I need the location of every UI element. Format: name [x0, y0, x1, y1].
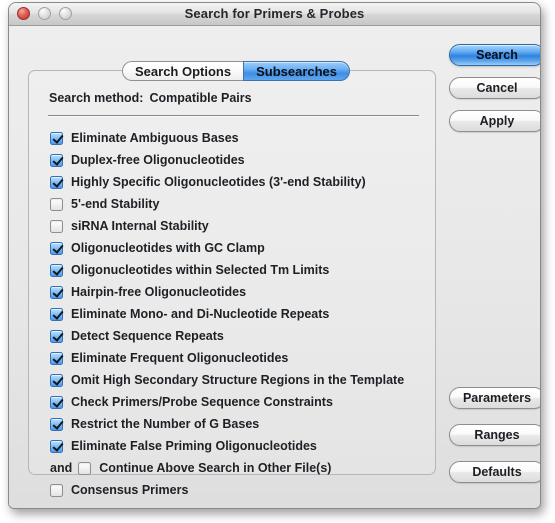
option-row[interactable]: Eliminate Ambiguous Bases — [29, 127, 435, 149]
panel-divider — [48, 115, 419, 116]
checkbox-checked-icon[interactable] — [50, 329, 63, 343]
window-title: Search for Primers & Probes — [184, 6, 365, 21]
tab-search-options[interactable]: Search Options — [122, 61, 244, 81]
checkbox-checked-icon[interactable] — [50, 153, 63, 167]
checkbox-unchecked-icon[interactable] — [50, 197, 63, 211]
tab-subsearches[interactable]: Subsearches — [243, 61, 351, 81]
checkbox-checked-icon[interactable] — [50, 417, 63, 431]
parameters-button[interactable]: Parameters — [449, 387, 540, 409]
dialog-body: Search Options Subsearches Search method… — [9, 26, 540, 508]
option-row[interactable]: Consensus Primers — [29, 479, 435, 501]
defaults-button[interactable]: Defaults — [449, 461, 540, 483]
checkbox-checked-icon[interactable] — [50, 285, 63, 299]
option-label: Eliminate Frequent Oligonucleotides — [71, 351, 289, 365]
option-label: Detect Sequence Repeats — [71, 329, 224, 343]
option-row[interactable]: Oligonucleotides with GC Clamp — [29, 237, 435, 259]
option-label: Highly Specific Oligonucleotides (3'-end… — [71, 175, 366, 189]
option-row[interactable]: Restrict the Number of G Bases — [29, 413, 435, 435]
option-label: Consensus Primers — [71, 483, 189, 497]
search-button[interactable]: Search — [449, 44, 540, 66]
option-label: Check Primers/Probe Sequence Constraints — [71, 395, 333, 409]
option-label: Eliminate Ambiguous Bases — [71, 131, 239, 145]
ranges-button[interactable]: Ranges — [449, 424, 540, 446]
checkbox-unchecked-icon[interactable] — [78, 461, 92, 475]
cancel-button[interactable]: Cancel — [449, 77, 540, 99]
search-method-row: Search method: Compatible Pairs — [49, 91, 252, 105]
checkbox-checked-icon[interactable] — [50, 175, 63, 189]
option-row[interactable]: Detect Sequence Repeats — [29, 325, 435, 347]
option-label: Omit High Secondary Structure Regions in… — [71, 373, 405, 387]
option-row[interactable]: Check Primers/Probe Sequence Constraints — [29, 391, 435, 413]
option-label: Restrict the Number of G Bases — [71, 417, 260, 431]
checkbox-checked-icon[interactable] — [50, 131, 63, 145]
checkbox-checked-icon[interactable] — [50, 373, 63, 387]
option-row[interactable]: siRNA Internal Stability — [29, 215, 435, 237]
checkbox-unchecked-icon[interactable] — [50, 219, 63, 233]
checkbox-checked-icon[interactable] — [50, 439, 63, 453]
checkbox-checked-icon[interactable] — [50, 241, 63, 255]
option-label: Eliminate Mono- and Di-Nucleotide Repeat… — [71, 307, 330, 321]
option-label: Continue Above Search in Other File(s) — [99, 461, 332, 475]
checkbox-checked-icon[interactable] — [50, 395, 63, 409]
search-method-value: Compatible Pairs — [149, 91, 252, 105]
option-label: Hairpin-free Oligonucleotides — [71, 285, 247, 299]
option-row[interactable]: Oligonucleotides within Selected Tm Limi… — [29, 259, 435, 281]
option-row[interactable]: Eliminate False Priming Oligonucleotides — [29, 435, 435, 457]
checkbox-checked-icon[interactable] — [50, 351, 63, 365]
option-label: Duplex-free Oligonucleotides — [71, 153, 245, 167]
search-method-label: Search method: — [49, 91, 144, 105]
option-row[interactable]: Duplex-free Oligonucleotides — [29, 149, 435, 171]
option-row[interactable]: Omit High Secondary Structure Regions in… — [29, 369, 435, 391]
option-row[interactable]: Highly Specific Oligonucleotides (3'-end… — [29, 171, 435, 193]
apply-button[interactable]: Apply — [449, 110, 540, 132]
option-label: Oligonucleotides within Selected Tm Limi… — [71, 263, 330, 277]
tab-bar: Search Options Subsearches — [122, 61, 351, 81]
subsearches-panel: Search method: Compatible Pairs Eliminate… — [28, 70, 436, 497]
checkbox-checked-icon[interactable] — [50, 263, 63, 277]
option-label: Eliminate False Priming Oligonucleotides — [71, 439, 317, 453]
option-label: Oligonucleotides with GC Clamp — [71, 241, 265, 255]
checkbox-checked-icon[interactable] — [50, 307, 63, 321]
option-row[interactable]: Eliminate Frequent Oligonucleotides — [29, 347, 435, 369]
option-row[interactable]: and Continue Above Search in Other File(s… — [29, 457, 435, 479]
option-prefix-label: and — [50, 461, 73, 475]
option-row[interactable]: Eliminate Mono- and Di-Nucleotide Repeat… — [29, 303, 435, 325]
title-bar[interactable]: Search for Primers & Probes — [9, 3, 540, 26]
option-row[interactable]: 5'-end Stability — [29, 193, 435, 215]
option-label: siRNA Internal Stability — [71, 219, 209, 233]
option-label: 5'-end Stability — [71, 197, 160, 211]
checkbox-unchecked-icon[interactable] — [50, 483, 63, 497]
dialog-window: Search for Primers & Probes Search Optio… — [8, 2, 541, 509]
subsearch-option-list: Eliminate Ambiguous Bases Duplex-free Oli… — [29, 127, 435, 501]
option-row[interactable]: Hairpin-free Oligonucleotides — [29, 281, 435, 303]
